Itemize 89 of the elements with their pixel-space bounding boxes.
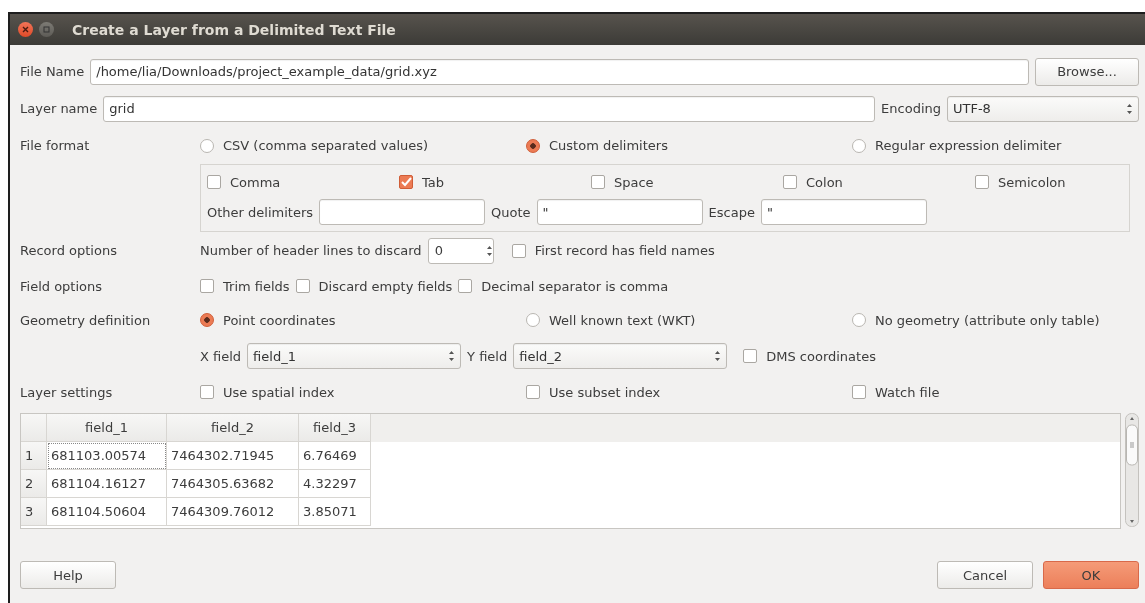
radio-label: Well known text (WKT) [549,312,696,328]
checkbox-label: Use subset index [549,384,661,400]
radio-button[interactable] [200,138,214,153]
checkbox[interactable] [200,279,214,293]
checkbox-label: Tab [422,174,444,190]
updown-arrows-icon [714,350,722,362]
field-label: Y field [467,348,508,364]
radio-button[interactable] [526,313,540,327]
checkbox-label: Use spatial index [223,384,335,400]
x-field-dropdown[interactable]: field_1 [247,343,462,369]
checkbox[interactable] [526,385,540,399]
checkbox-label: Discard empty fields [318,278,453,294]
checkbox[interactable] [458,279,473,293]
radio-button[interactable] [852,138,866,153]
radio-button[interactable] [852,313,866,327]
section-label: File format [20,138,91,153]
checkbox[interactable] [852,385,866,399]
row-header: 3 [21,498,47,526]
checkbox-label: Trim fields [223,278,290,294]
table-cell: 681104.50604 [47,498,167,526]
section-label: Field options [20,278,104,294]
encoding-dropdown[interactable]: UTF-8 [947,95,1139,122]
radio-button[interactable] [526,138,540,153]
checkbox[interactable] [975,175,989,189]
y-field-dropdown[interactable]: field_2 [513,343,728,369]
layer-name-field[interactable]: grid [103,95,876,122]
radio-label: CSV (comma separated values) [223,138,429,153]
checkbox[interactable] [207,175,221,189]
help-button[interactable]: Help [20,561,116,589]
section-label: Record options [20,243,118,258]
file-name-field[interactable]: /home/lia/Downloads/project_example_data/grid.xyz [90,58,1029,85]
checkbox-label: DMS coordinates [766,348,876,364]
table-cell: 7464302.71945 [167,442,299,470]
field-label: Quote [491,204,531,220]
checkbox[interactable] [511,243,526,258]
column-header[interactable]: field_1 [47,414,167,442]
checkbox-label: Space [614,174,654,190]
updown-arrows-icon [448,350,456,362]
table-cell: 3.85071 [299,498,371,526]
updown-arrows-icon [485,244,493,257]
field-label: X field [200,348,242,364]
column-header[interactable]: field_3 [299,414,371,442]
checkbox[interactable] [591,175,605,189]
checkbox-label: Comma [230,174,281,190]
radio-label: No geometry (attribute only table) [875,312,1100,328]
quote-field[interactable]: " [536,199,703,225]
field-label: File Name [20,64,85,79]
radio-button[interactable] [200,313,214,327]
checkbox-label: Watch file [875,384,940,400]
field-label: Other delimiters [207,204,313,220]
field-label: Number of header lines to discard [200,243,422,258]
row-header: 2 [21,470,47,498]
dialog-button[interactable]: Cancel [937,561,1033,589]
table-cell: 7464309.76012 [167,498,299,526]
checkbox[interactable] [399,175,413,189]
browse-button[interactable]: Browse... [1035,57,1139,86]
checkbox-label: Decimal separator is comma [481,278,669,294]
checkbox-label: Semicolon [998,174,1066,190]
field-label: Escape [708,204,755,220]
window-title: Create a Layer from a Delimited Text File [72,21,396,38]
row-header: 1 [21,442,47,470]
table-cell: 7464305.63682 [167,470,299,498]
minimize-icon[interactable] [39,22,54,37]
checkbox[interactable] [295,279,310,293]
other-delimiters-field[interactable] [319,199,485,225]
dialog-button[interactable]: OK [1043,561,1139,589]
section-label: Geometry definition [20,312,152,328]
updown-arrows-icon [1126,102,1133,115]
checkbox[interactable] [783,175,797,189]
field-label: Encoding [881,101,941,116]
escape-field[interactable]: " [760,199,927,225]
checkbox[interactable] [200,385,214,399]
table-cell: 681104.16127 [47,470,167,498]
header-lines-spinbox[interactable]: 0 [427,237,494,264]
table-cell: 6.76469 [299,442,371,470]
column-header[interactable]: field_2 [167,414,299,442]
corner-header [21,414,47,442]
section-label: Layer settings [20,384,114,400]
checkbox-label: Colon [806,174,843,190]
checkbox-label: First record has field names [534,243,715,258]
table-cell: 681103.00574 [47,442,167,470]
table-cell: 4.32297 [299,470,371,498]
field-label: Layer name [20,101,98,116]
scrollbar[interactable] [1125,413,1139,527]
checkbox[interactable] [743,349,758,363]
radio-label: Point coordinates [223,312,336,328]
radio-label: Regular expression delimiter [875,138,1062,153]
close-icon[interactable] [18,22,33,37]
radio-label: Custom delimiters [549,138,668,153]
